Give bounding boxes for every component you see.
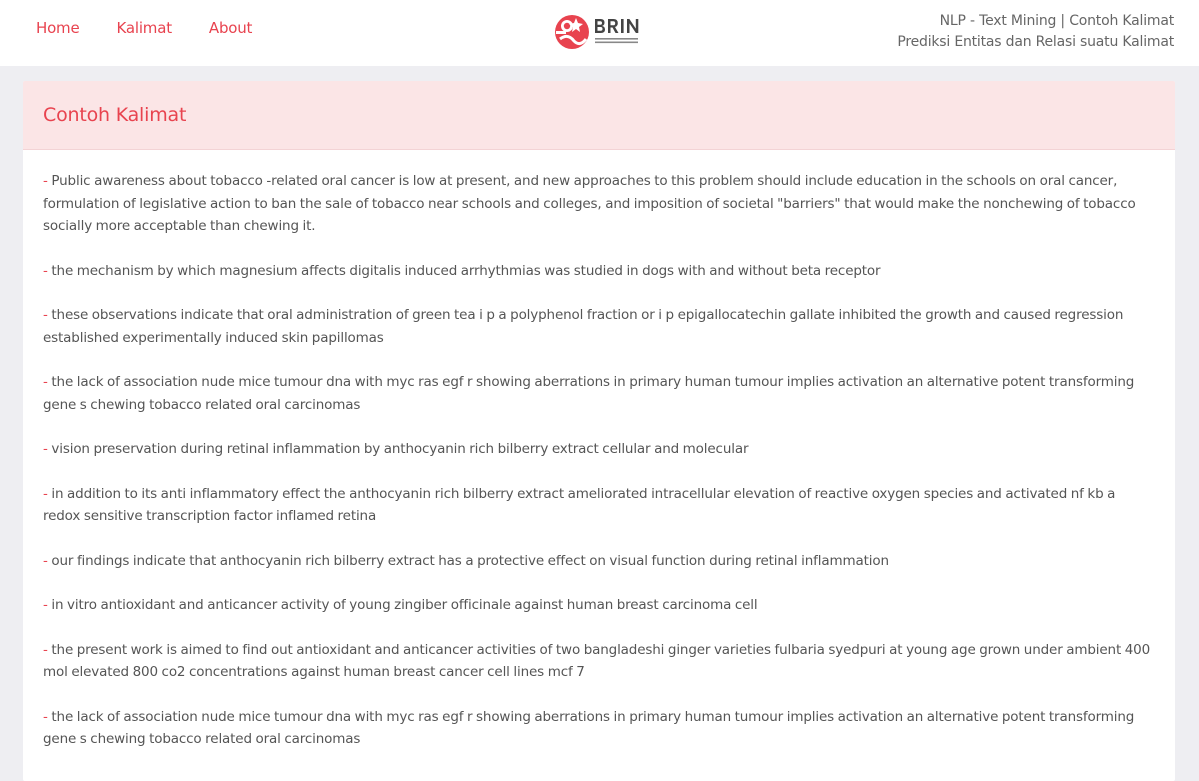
nav-link-home[interactable]: Home: [36, 18, 80, 38]
sentence-list: - Public awareness about tobacco -relate…: [23, 150, 1175, 751]
logo-wordmark: [595, 19, 639, 44]
nav-links: Home Kalimat About: [36, 18, 289, 38]
sentence-text: Public awareness about tobacco -related …: [43, 173, 1136, 234]
bullet-dash: -: [43, 597, 48, 613]
nav-subtitle: NLP - Text Mining | Contoh Kalimat Predi…: [897, 11, 1174, 53]
card-header: Contoh Kalimat: [23, 81, 1175, 150]
bullet-dash: -: [43, 307, 48, 323]
sentence-text: our findings indicate that anthocyanin r…: [51, 552, 889, 569]
sentence-item[interactable]: - the mechanism by which magnesium affec…: [43, 260, 1155, 283]
nav-subtitle-line2: Prediksi Entitas dan Relasi suatu Kalima…: [897, 34, 1174, 50]
bullet-dash: -: [43, 641, 48, 658]
sentence-item[interactable]: - these observations indicate that oral …: [43, 304, 1155, 349]
sentence-item[interactable]: - in vitro antioxidant and anticancer ac…: [43, 594, 1155, 617]
sentence-text: in vitro antioxidant and anticancer acti…: [51, 597, 758, 613]
sentence-text: vision preservation during retinal infla…: [51, 441, 749, 457]
contoh-kalimat-card: Contoh Kalimat - Public awareness about …: [23, 81, 1175, 781]
sentence-item[interactable]: - vision preservation during retinal inf…: [43, 438, 1155, 461]
bullet-dash: -: [43, 485, 48, 502]
bullet-dash: -: [43, 173, 48, 189]
sentence-item[interactable]: - the lack of association nude mice tumo…: [43, 706, 1155, 751]
sentence-item[interactable]: - in addition to its anti inflammatory e…: [43, 483, 1155, 528]
bullet-dash: -: [43, 552, 48, 569]
bullet-dash: -: [43, 374, 48, 390]
sentence-text: these observations indicate that oral ad…: [43, 307, 1124, 346]
sentence-text: the lack of association nude mice tumour…: [43, 708, 1135, 748]
nav-link-about[interactable]: About: [209, 18, 253, 38]
nav-link-kalimat[interactable]: Kalimat: [117, 18, 173, 38]
sentence-item[interactable]: - the lack of association nude mice tumo…: [43, 371, 1155, 416]
sentence-item[interactable]: - the present work is aimed to find out …: [43, 639, 1155, 684]
sentence-text: the mechanism by which magnesium affects…: [51, 262, 881, 279]
card-title: Contoh Kalimat: [43, 104, 187, 126]
bullet-dash: -: [43, 708, 48, 725]
nav-subtitle-line1: NLP - Text Mining | Contoh Kalimat: [939, 13, 1175, 29]
bullet-dash: -: [43, 441, 48, 457]
brin-logo[interactable]: [554, 13, 646, 51]
sentence-item[interactable]: - our findings indicate that anthocyanin…: [43, 550, 1155, 573]
sentence-text: in addition to its anti inflammatory eff…: [43, 485, 1116, 525]
sentence-item[interactable]: - Public awareness about tobacco -relate…: [43, 170, 1155, 238]
sentence-text: the lack of association nude mice tumour…: [43, 374, 1135, 413]
navbar: Home Kalimat About NLP - Text Mining | C…: [0, 0, 1199, 66]
sentence-text: the present work is aimed to find out an…: [43, 641, 1151, 681]
bullet-dash: -: [43, 262, 48, 279]
